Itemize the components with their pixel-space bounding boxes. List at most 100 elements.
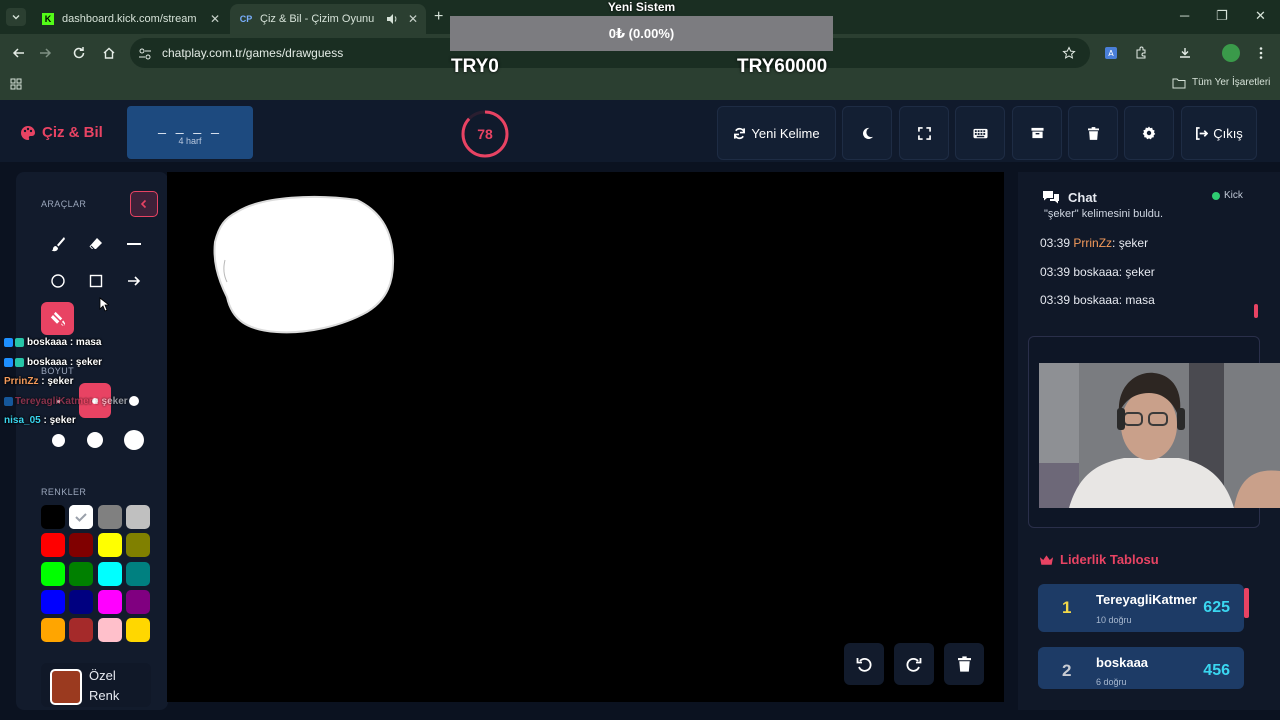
leaderboard-scrollbar[interactable] (1244, 588, 1249, 618)
color-swatch[interactable] (126, 533, 150, 557)
back-button[interactable] (10, 44, 28, 62)
drawing-canvas[interactable] (167, 172, 1004, 702)
color-swatch[interactable] (41, 505, 65, 529)
color-swatch[interactable] (69, 590, 93, 614)
round-timer: 78 (460, 109, 510, 159)
url-text[interactable]: chatplay.com.tr/games/drawguess (162, 46, 343, 60)
settings-button[interactable] (1124, 106, 1174, 160)
chevron-down-icon (12, 15, 20, 20)
line-tool[interactable] (119, 229, 149, 259)
folder-icon (1172, 78, 1186, 89)
color-swatch[interactable] (69, 562, 93, 586)
custom-color-label: Özel Renk (89, 668, 120, 703)
new-word-button[interactable]: Yeni Kelime (717, 106, 836, 160)
word-mask: _ _ _ _ (158, 118, 222, 134)
keyboard-button[interactable] (955, 106, 1005, 160)
rectangle-tool[interactable] (81, 266, 111, 296)
color-swatch[interactable] (41, 618, 65, 642)
size-4-button[interactable] (42, 424, 74, 456)
translate-extension-icon[interactable]: A (1104, 46, 1118, 60)
custom-color-swatch[interactable] (50, 669, 82, 705)
online-dot (1212, 191, 1220, 200)
circle-tool[interactable] (43, 266, 73, 296)
circle-icon (51, 274, 65, 288)
arrow-tool[interactable] (119, 266, 149, 296)
trash-button[interactable] (1068, 106, 1118, 160)
speaker-icon[interactable] (386, 13, 398, 25)
maximize-button[interactable]: ❐ (1216, 8, 1228, 24)
chat-title: Chat (1068, 190, 1097, 205)
chat-scrollbar[interactable] (1254, 304, 1258, 318)
chat-bubbles-icon (1043, 191, 1059, 204)
clear-canvas-button[interactable] (944, 643, 984, 685)
stream-chat-line: boskaaa : masa (4, 337, 102, 348)
leaderboard-rank: 2 (1062, 661, 1072, 680)
refresh-icon (734, 127, 746, 139)
color-swatch[interactable] (126, 562, 150, 586)
fullscreen-button[interactable] (899, 106, 949, 160)
dark-mode-button[interactable] (842, 106, 892, 160)
window-close-button[interactable]: ✕ (1255, 8, 1266, 24)
tab-search-button[interactable] (6, 8, 26, 26)
new-tab-button[interactable]: + (434, 8, 443, 26)
color-swatch[interactable] (98, 505, 122, 529)
reload-button[interactable] (70, 44, 88, 62)
collapse-tools-button[interactable] (130, 191, 158, 217)
stream-chat-line: TereyagliKatmer : şeker (4, 396, 128, 407)
logout-button[interactable]: Çıkış (1181, 106, 1257, 160)
eraser-tool[interactable] (81, 229, 111, 259)
color-swatch[interactable] (98, 618, 122, 642)
gear-icon (1142, 126, 1156, 140)
star-icon[interactable] (1062, 46, 1076, 60)
brush-icon (51, 237, 65, 252)
size-6-button[interactable] (118, 424, 150, 456)
fill-tool[interactable] (41, 302, 74, 335)
color-swatch[interactable] (69, 533, 93, 557)
color-swatch[interactable] (98, 590, 122, 614)
color-swatch[interactable] (41, 590, 65, 614)
overlay-title: Yeni Sistem (607, 0, 676, 14)
crown-icon (1039, 554, 1054, 565)
color-swatch[interactable] (126, 590, 150, 614)
brush-tool[interactable] (43, 229, 73, 259)
square-icon (89, 274, 103, 288)
size-5-button[interactable] (79, 424, 111, 456)
color-swatch[interactable] (98, 533, 122, 557)
app-logo[interactable]: Çiz & Bil (20, 124, 103, 141)
home-icon (103, 47, 115, 59)
extensions-icon[interactable] (1134, 46, 1148, 60)
color-swatch[interactable] (41, 533, 65, 557)
site-info-icon[interactable] (138, 47, 152, 61)
profile-avatar[interactable] (1222, 44, 1240, 62)
overlay-progress-text: 0₺ (0.00%) (608, 25, 675, 41)
downloads-icon[interactable] (1178, 46, 1192, 60)
canvas-drawing (213, 195, 395, 334)
all-bookmarks-link[interactable]: Tüm Yer İşaretleri (1192, 77, 1270, 88)
archive-button[interactable] (1012, 106, 1062, 160)
forward-button[interactable] (36, 44, 54, 62)
color-swatch[interactable] (41, 562, 65, 586)
redo-button[interactable] (894, 643, 934, 685)
close-icon[interactable]: ✕ (408, 12, 418, 26)
word-hint: 4 harf (178, 136, 202, 146)
close-icon[interactable]: ✕ (210, 12, 220, 26)
color-swatch[interactable] (126, 505, 150, 529)
arrow-right-icon (128, 276, 141, 286)
minimize-button[interactable]: ─ (1180, 8, 1189, 23)
color-swatch[interactable] (69, 505, 93, 529)
menu-dots-icon[interactable] (1258, 46, 1264, 60)
color-swatch[interactable] (98, 562, 122, 586)
home-button[interactable] (100, 44, 118, 62)
redo-icon (906, 657, 922, 672)
leaderboard-name: boskaaa (1096, 655, 1149, 670)
undo-button[interactable] (844, 643, 884, 685)
colors-section-title: RENKLER (41, 487, 87, 497)
apps-grid-icon[interactable] (10, 78, 22, 90)
tab-chatplay[interactable]: CP Çiz & Bil - Çizim Oyunu ✕ (230, 4, 426, 34)
tab-kick-dashboard[interactable]: K dashboard.kick.com/stream ✕ (32, 4, 228, 34)
size-dot (51, 433, 65, 447)
color-swatch[interactable] (69, 618, 93, 642)
color-swatch[interactable] (126, 618, 150, 642)
tab-title: Çiz & Bil - Çizim Oyunu (260, 13, 375, 25)
sign-out-icon (1196, 126, 1209, 140)
